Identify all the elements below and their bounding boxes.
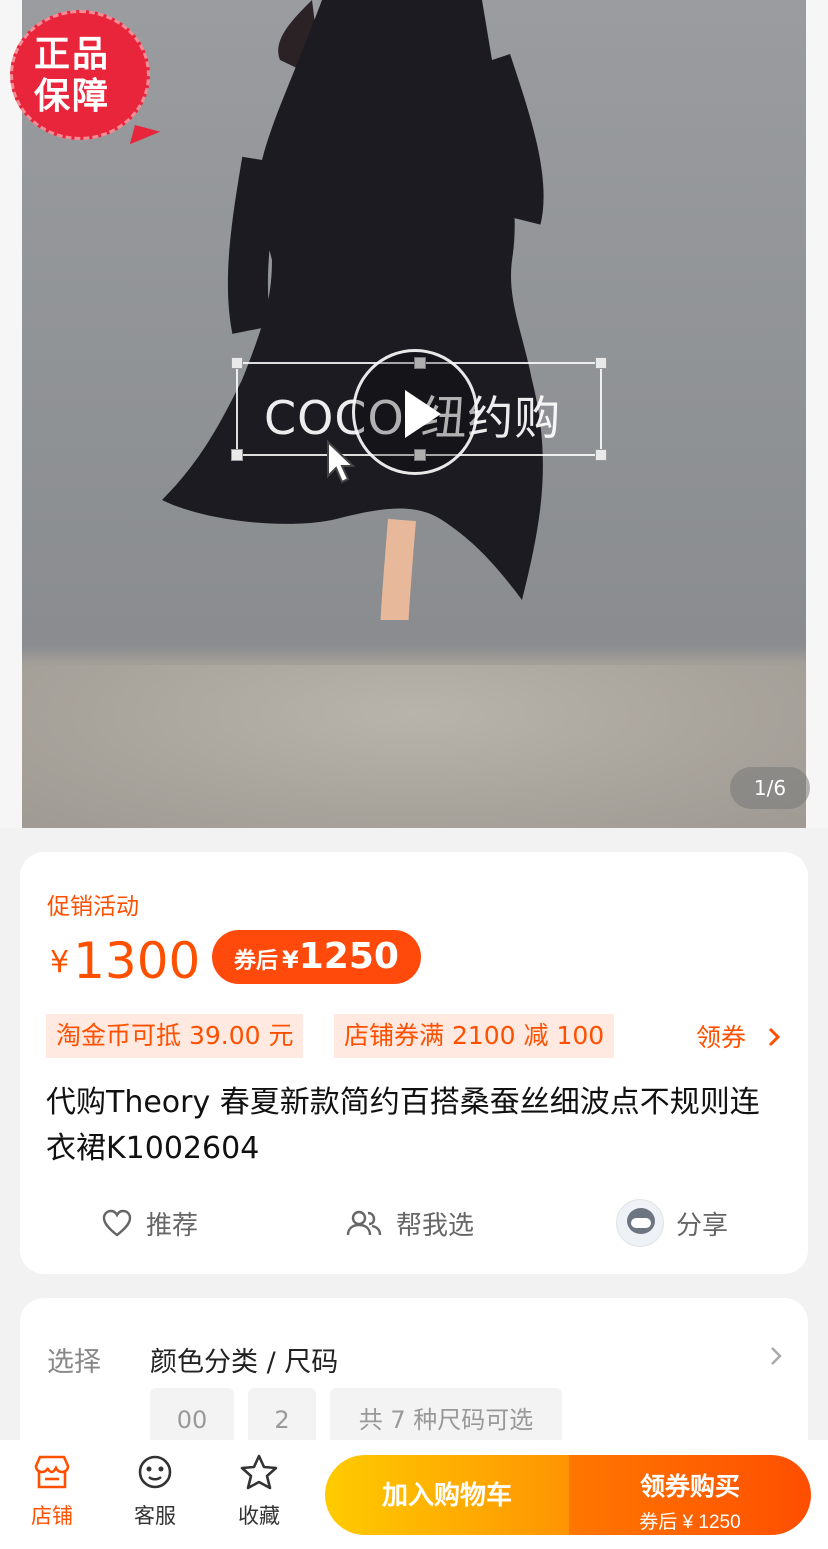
service-label: 客服 bbox=[134, 1504, 176, 1528]
price-currency: ¥ bbox=[50, 945, 70, 980]
star-icon bbox=[240, 1454, 278, 1490]
dress-figure bbox=[162, 0, 544, 620]
recommend-button[interactable]: 推荐 bbox=[102, 1198, 198, 1248]
avatar bbox=[616, 1199, 664, 1247]
price: ¥1300 bbox=[50, 932, 200, 990]
store-label: 店铺 bbox=[31, 1504, 73, 1528]
people-icon bbox=[346, 1210, 382, 1236]
get-coupon-link[interactable]: 领券 bbox=[696, 1018, 784, 1054]
favorite-label: 收藏 bbox=[238, 1504, 280, 1528]
product-gallery[interactable]: 正品 保障 COCO 纽约购 1/6 bbox=[0, 0, 828, 828]
buy-with-coupon-button[interactable]: 领券购买 券后 ¥ 1250 bbox=[569, 1455, 811, 1535]
image-counter: 1/6 bbox=[730, 767, 810, 809]
tag-taojinbi[interactable]: 淘金币可抵 39.00 元 bbox=[46, 1014, 304, 1058]
buy-main-label: 领券购买 bbox=[639, 1472, 740, 1501]
select-value: 颜色分类 / 尺码 bbox=[150, 1347, 339, 1378]
bottom-action-bar: 店铺 客服 收藏 加入购物车 领券购买 券后 ¥ 1250 bbox=[0, 1440, 828, 1549]
chevron-right-icon bbox=[768, 1027, 781, 1047]
chevron-right-icon bbox=[771, 1347, 782, 1365]
tag-store-coupon[interactable]: 店铺券满 2100 减 100 bbox=[334, 1014, 615, 1058]
buy-sub-label: 券后 ¥ 1250 bbox=[639, 1511, 741, 1533]
coupon-value: 1250 bbox=[298, 936, 399, 977]
store-tab[interactable]: 店铺 bbox=[17, 1454, 87, 1530]
help-choose-button[interactable]: 帮我选 bbox=[346, 1198, 474, 1248]
get-coupon-label: 领券 bbox=[696, 1023, 747, 1052]
store-icon bbox=[34, 1455, 70, 1489]
service-icon bbox=[138, 1455, 172, 1489]
select-label: 选择 bbox=[47, 1347, 101, 1378]
product-info-card: 促销活动 ¥1300 券后 ¥1250 淘金币可抵 39.00 元 店铺券满 21… bbox=[20, 852, 808, 1274]
coupon-currency: ¥ bbox=[282, 946, 299, 974]
coupon-prefix: 券后 bbox=[234, 949, 279, 974]
heart-icon bbox=[102, 1209, 132, 1237]
cursor-icon bbox=[327, 440, 356, 484]
promo-label: 促销活动 bbox=[47, 894, 139, 920]
play-icon[interactable] bbox=[352, 349, 478, 475]
help-choose-label: 帮我选 bbox=[396, 1210, 475, 1241]
favorite-tab[interactable]: 收藏 bbox=[224, 1454, 294, 1530]
floor bbox=[22, 665, 806, 828]
add-to-cart-button[interactable]: 加入购物车 bbox=[325, 1455, 569, 1535]
product-title: 代购Theory 春夏新款简约百搭桑蚕丝细波点不规则连衣裙K1002604 bbox=[46, 1085, 760, 1166]
service-tab[interactable]: 客服 bbox=[120, 1454, 190, 1530]
authentic-badge: 正品 保障 bbox=[10, 10, 161, 152]
share-button[interactable]: 分享 bbox=[616, 1198, 728, 1248]
share-label: 分享 bbox=[676, 1210, 729, 1241]
coupon-price-badge: 券后 ¥1250 bbox=[212, 930, 421, 984]
authentic-badge-text: 正品 保障 bbox=[34, 34, 111, 117]
price-value: 1300 bbox=[73, 932, 201, 990]
recommend-label: 推荐 bbox=[146, 1210, 199, 1241]
